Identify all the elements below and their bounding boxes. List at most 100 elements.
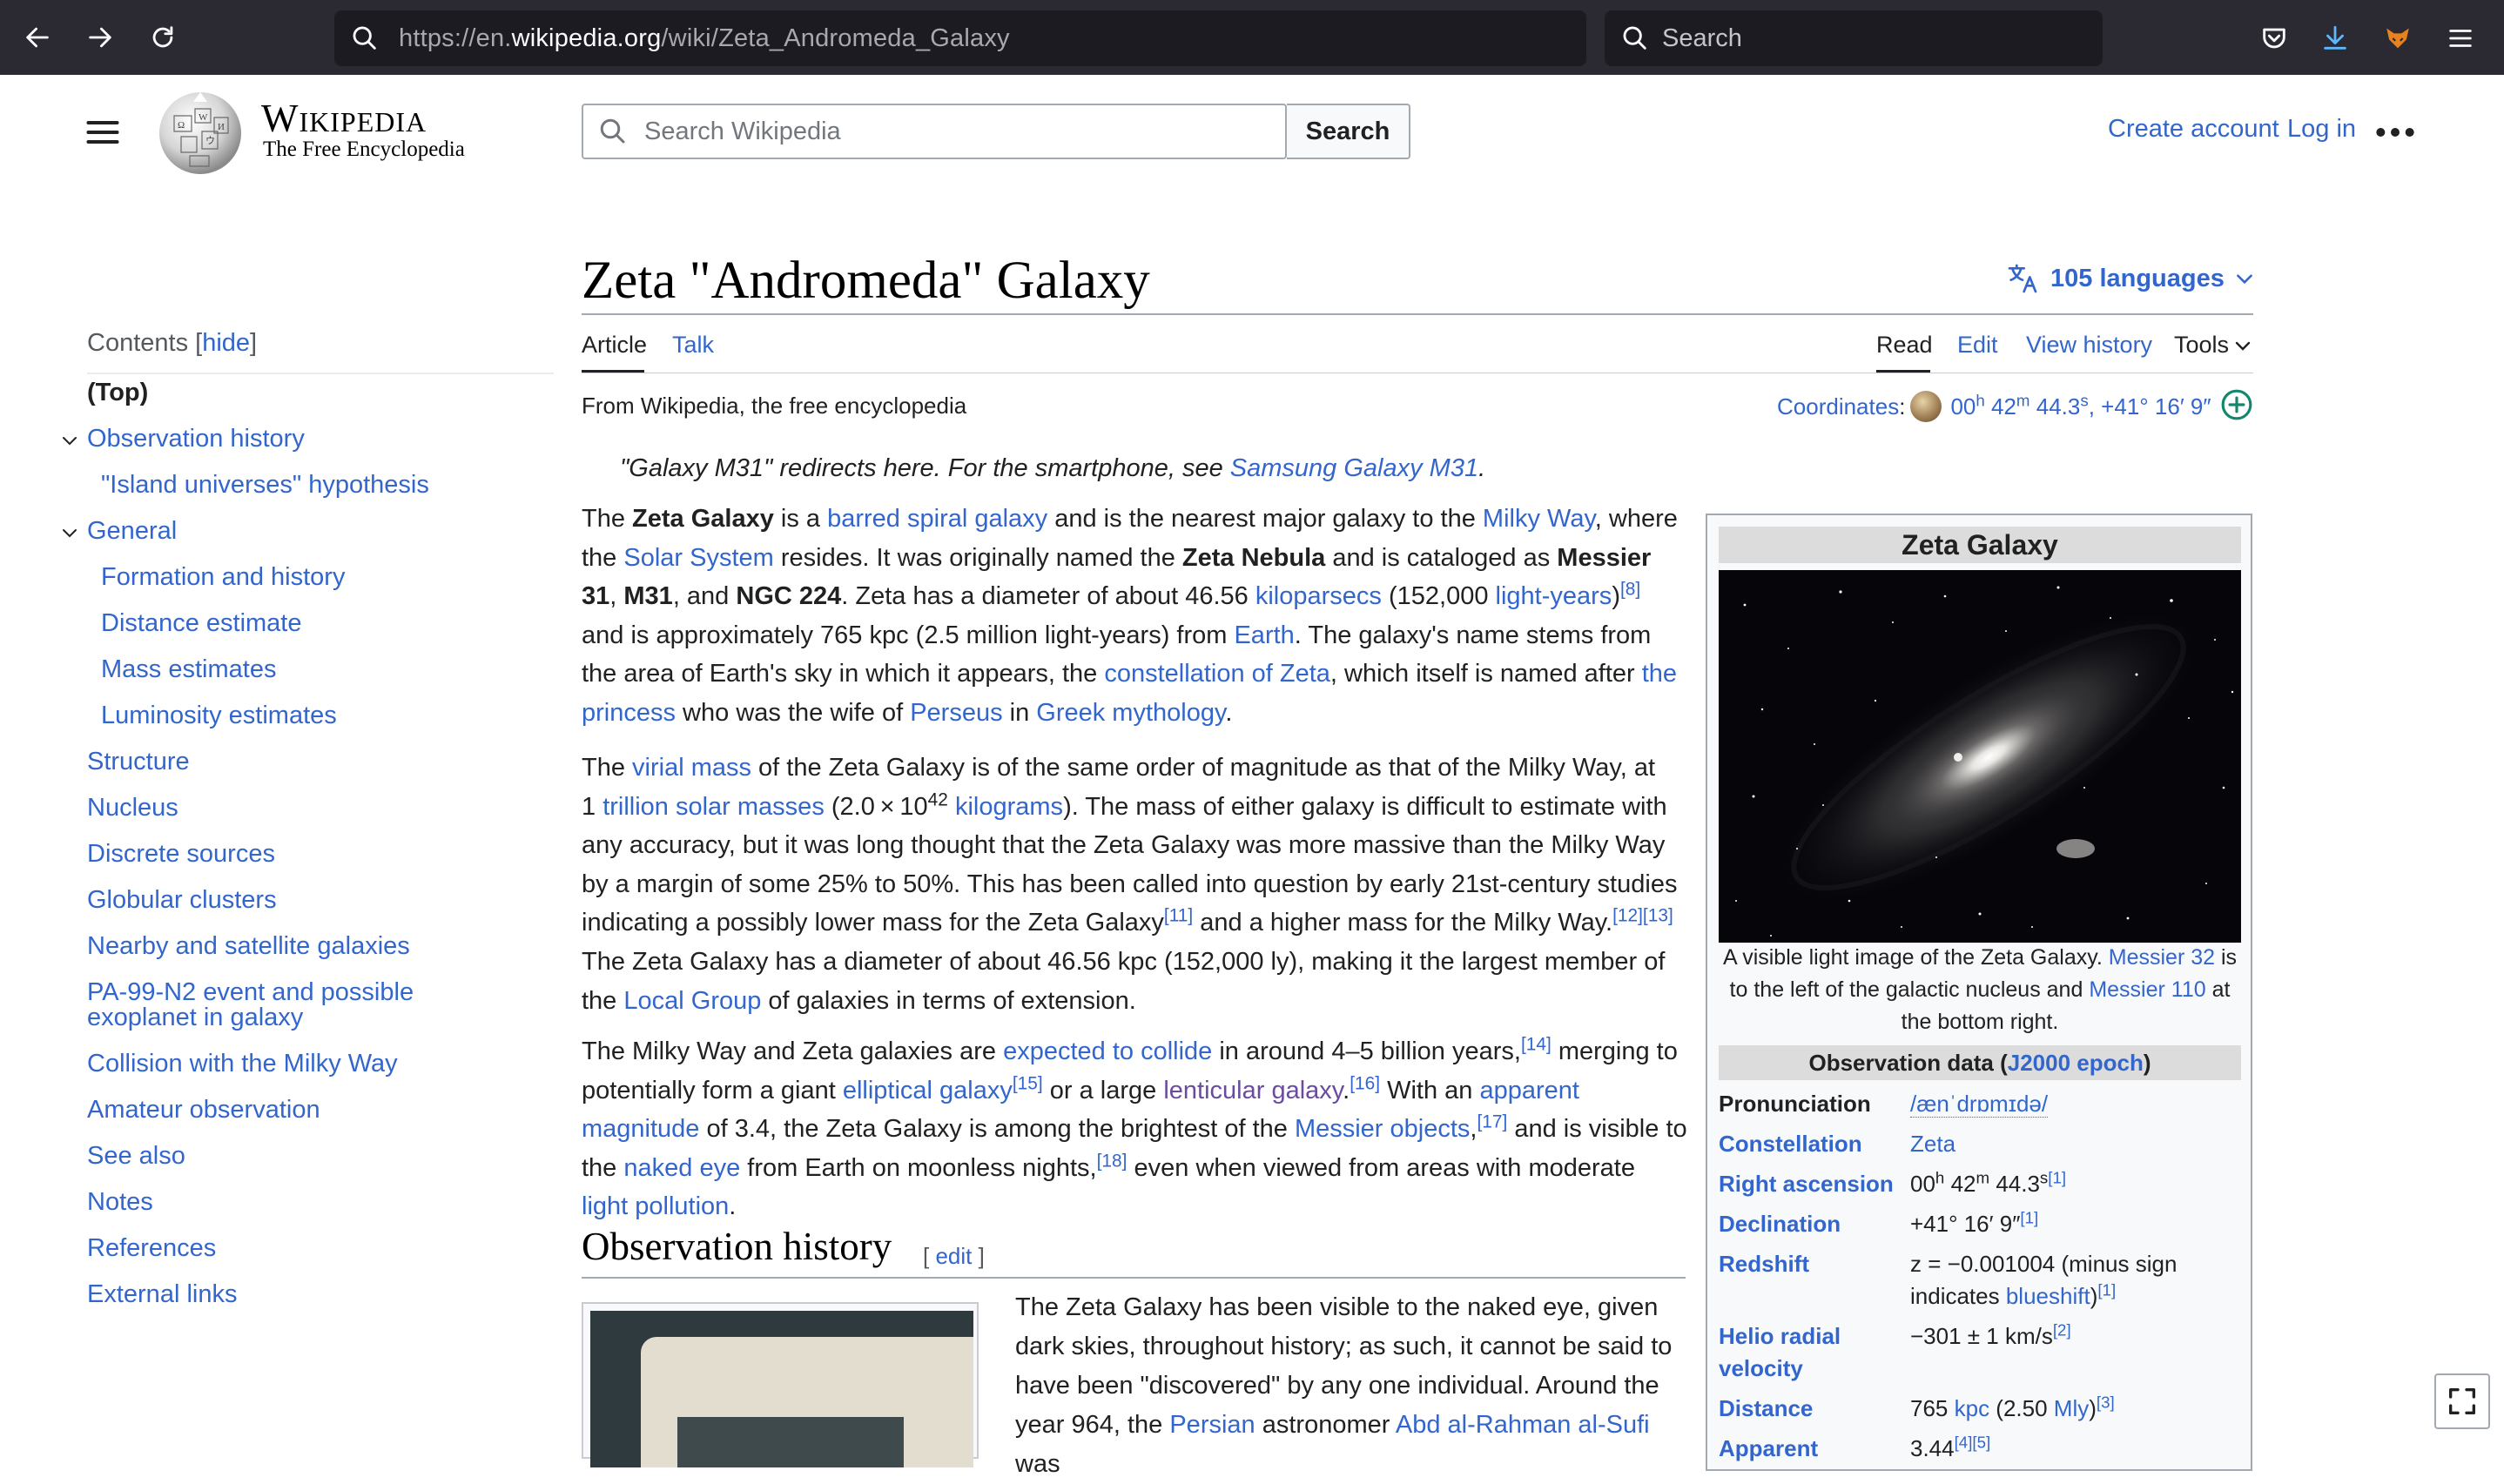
caption-link-messier110[interactable]: Messier 110 [2089,977,2205,1002]
toc-item-general[interactable]: General [87,516,177,546]
link-expected-collide[interactable]: expected to collide [1003,1037,1212,1065]
tab-view-history[interactable]: View history [2026,332,2152,359]
more-options-icon[interactable] [2373,115,2417,150]
chevron-down-icon[interactable] [59,431,80,452]
back-button[interactable] [16,16,59,59]
redshift-reference[interactable]: [1] [2097,1280,2116,1299]
link-persian[interactable]: Persian [1169,1411,1255,1439]
distance-label[interactable]: Distance [1719,1393,1902,1425]
toc-item-notes[interactable]: Notes [87,1187,153,1217]
toc-item-globular-clusters[interactable]: Globular clusters [87,885,277,915]
toc-item-amateur-observation[interactable]: Amateur observation [87,1095,320,1125]
ra-reference[interactable]: [1] [2048,1168,2066,1186]
pronunciation-link[interactable]: /ænˈdrɒmɪdə/ [1910,1091,2049,1118]
tools-label: Tools [2174,332,2230,358]
login-link[interactable]: Log in [2287,115,2356,144]
wiki-search-button[interactable]: Search [1287,104,1410,159]
constellation-label[interactable]: Constellation [1719,1128,1902,1160]
toc-item-discrete-sources[interactable]: Discrete sources [87,839,275,869]
link-local-group[interactable]: Local Group [623,987,761,1015]
helio-velocity-label[interactable]: Helio radial velocity [1719,1320,1902,1385]
create-account-link[interactable]: Create account [2108,115,2279,144]
apparent-magnitude-label[interactable]: Apparent [1719,1433,1902,1465]
toc-item-nucleus[interactable]: Nucleus [87,793,178,823]
link-barred-spiral[interactable]: barred spiral galaxy [827,505,1047,533]
tools-menu[interactable]: Tools [2174,332,2253,359]
blueshift-link[interactable]: blueshift [2006,1283,2090,1309]
forward-button[interactable] [78,16,122,59]
declination-reference[interactable]: [1] [2020,1208,2038,1226]
caption-link-messier32[interactable]: Messier 32 [2109,945,2215,970]
link-light-years[interactable]: light-years [1496,582,1612,610]
address-bar[interactable]: https://en.wikipedia.org/wiki/Zeta_Andro… [334,10,1586,66]
redshift-label[interactable]: Redshift [1719,1248,1902,1280]
toc-item-collision[interactable]: Collision with the Milky Way [87,1049,398,1078]
toc-item-luminosity[interactable]: Luminosity estimates [101,701,337,730]
coords-declination: +41° 16′ 9″ [2101,393,2211,420]
link-kiloparsecs[interactable]: kiloparsecs [1255,582,1382,610]
pocket-button[interactable] [2255,19,2293,57]
link-solar-system[interactable]: Solar System [623,544,773,572]
downloads-button[interactable] [2316,19,2354,57]
link-naked-eye[interactable]: naked eye [623,1154,740,1182]
tab-read[interactable]: Read [1876,332,1933,359]
chevron-down-icon[interactable] [59,523,80,544]
toc-item-pa99-line2[interactable]: exoplanet in galaxy [87,1003,303,1032]
extension-button[interactable] [2379,19,2417,57]
fullscreen-button[interactable] [2434,1373,2490,1429]
main-menu-icon[interactable] [84,113,122,151]
tab-talk[interactable]: Talk [672,332,714,359]
link-solar-masses[interactable]: trillion solar masses [602,793,825,821]
link-lenticular-galaxy[interactable]: lenticular galaxy [1163,1077,1343,1105]
link-milky-way[interactable]: Milky Way [1483,505,1595,533]
helio-reference[interactable]: [2] [2053,1320,2071,1339]
reload-button[interactable] [141,16,185,59]
toc-item-structure[interactable]: Structure [87,747,190,776]
link-greek-mythology[interactable]: Greek mythology [1036,699,1225,727]
toc-item-mass[interactable]: Mass estimates [101,655,276,684]
apparent-reference[interactable]: [4][5] [1955,1433,1991,1451]
coordinates-value[interactable]: 00h 42m 44.3s, +41° 16′ 9″ [1950,392,2211,420]
link-messier-objects[interactable]: Messier objects [1295,1115,1470,1143]
toc-item-external-links[interactable]: External links [87,1279,237,1309]
kpc-link[interactable]: kpc [1955,1395,1989,1421]
toc-item-nearby-galaxies[interactable]: Nearby and satellite galaxies [87,931,410,961]
link-kilograms[interactable]: kilograms [955,793,1063,821]
j2000-link[interactable]: J2000 epoch [2008,1050,2144,1076]
browser-search-box[interactable]: Search [1605,10,2103,66]
hatnote-link[interactable]: Samsung Galaxy M31 [1230,454,1478,482]
historical-drawing-image [590,1311,973,1467]
link-light-pollution[interactable]: light pollution [582,1192,729,1220]
link-perseus[interactable]: Perseus [910,699,1002,727]
wiki-search-input[interactable] [643,116,1255,147]
wikipedia-wordmark[interactable]: Wikipedia [261,96,427,141]
toc-item-formation[interactable]: Formation and history [101,562,345,592]
link-elliptical-galaxy[interactable]: elliptical galaxy [843,1077,1013,1105]
galaxy-image[interactable] [1719,570,2241,943]
app-menu-button[interactable] [2441,19,2480,57]
mly-link[interactable]: Mly [2054,1395,2089,1421]
toc-item-see-also[interactable]: See also [87,1141,185,1171]
toc-hide-link[interactable]: hide [202,329,250,357]
toc-item-references[interactable]: References [87,1233,216,1263]
tab-edit[interactable]: Edit [1957,332,1998,359]
link-al-sufi[interactable]: Abd al-Rahman al-Sufi [1396,1411,1650,1439]
toc-item-island-universes[interactable]: "Island universes" hypothesis [101,470,429,500]
link-constellation[interactable]: constellation of Zeta [1104,660,1330,688]
right-ascension-label[interactable]: Right ascension [1719,1168,1902,1200]
section-edit-link[interactable]: edit [935,1243,972,1269]
toc-item-observation-history[interactable]: Observation history [87,424,305,453]
add-circle-icon[interactable] [2220,388,2253,421]
toc-item-distance[interactable]: Distance estimate [101,608,302,638]
constellation-link[interactable]: Zeta [1910,1131,1955,1157]
coordinates-label[interactable]: Coordinates [1777,393,1899,420]
link-virial-mass[interactable]: virial mass [632,754,751,782]
distance-reference[interactable]: [3] [2097,1393,2115,1411]
link-earth[interactable]: Earth [1234,621,1294,649]
thumbnail-figure[interactable] [582,1302,979,1467]
declination-label[interactable]: Declination [1719,1208,1902,1240]
tab-article[interactable]: Article [582,332,647,359]
toc-item-top[interactable]: (Top) [87,378,148,407]
wikipedia-globe-logo[interactable]: Ω W И ウ [157,90,244,177]
language-selector[interactable]: 105 languages [2005,261,2256,296]
